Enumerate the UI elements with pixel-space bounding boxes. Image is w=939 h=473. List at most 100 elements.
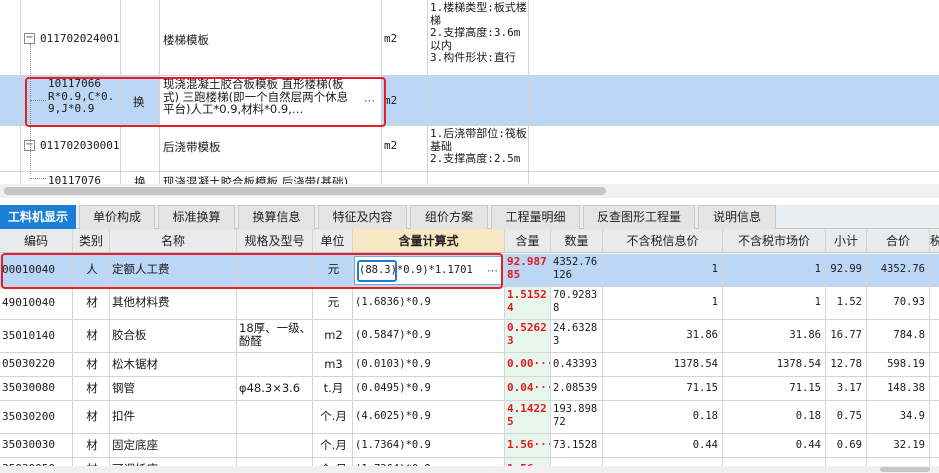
col-header-tax[interactable]: 税 xyxy=(930,229,939,252)
cell-name[interactable]: 其他材料费 xyxy=(110,287,237,319)
cell-formula[interactable]: (0.0103)*0.9 xyxy=(353,353,505,376)
cell-amount[interactable]: 73.1528 xyxy=(551,434,603,457)
cell-unit[interactable]: 元 xyxy=(313,254,353,286)
table-row[interactable]: 35030030 材 固定底座 个.月 (1.7364)*0.9 1.56···… xyxy=(0,434,939,458)
tab-description-info[interactable]: 说明信息 xyxy=(698,205,776,229)
col-header-code[interactable]: 编码 xyxy=(0,229,73,252)
cell-subtotal[interactable]: 12.78 xyxy=(826,353,867,376)
col-header-type[interactable]: 类别 xyxy=(73,229,110,252)
col-header-name[interactable]: 名称 xyxy=(110,229,237,252)
cell-subtotal[interactable]: 1.52 xyxy=(826,287,867,319)
cell-name[interactable]: 定额人工费 xyxy=(110,254,237,286)
col-header-amount[interactable]: 数量 xyxy=(551,229,603,252)
cell-formula[interactable]: (4.6025)*0.9 xyxy=(353,401,505,433)
collapse-toggle-icon[interactable]: − xyxy=(24,33,35,44)
cell-spec[interactable] xyxy=(237,401,313,433)
cell-market-price[interactable]: 71.15 xyxy=(723,377,826,400)
cell-name[interactable]: 扣件 xyxy=(110,401,237,433)
cell-type[interactable]: 材 xyxy=(73,287,110,319)
cell-code[interactable]: 35010140 xyxy=(0,320,73,352)
cell-amount[interactable]: 2.08539 xyxy=(551,377,603,400)
cell-subtotal[interactable]: 16.77 xyxy=(826,320,867,352)
tab-conversion-info[interactable]: 换算信息 xyxy=(238,205,315,229)
cell-type[interactable]: 材 xyxy=(73,434,110,457)
table-row[interactable]: 35010140 材 胶合板 18厚、一级、酚醛 m2 (0.5847)*0.9… xyxy=(0,320,939,353)
cell-qty[interactable]: 0.04··· xyxy=(505,377,551,400)
col-header-subtotal[interactable]: 小计 xyxy=(826,229,867,252)
cell-type[interactable]: 材 xyxy=(73,401,110,433)
cell-type[interactable]: 人 xyxy=(73,254,110,286)
cell-code[interactable]: 35030030 xyxy=(0,434,73,457)
cell-type[interactable]: 材 xyxy=(73,353,110,376)
table-row[interactable]: 10117076 换 现浇混凝土胶合板模板 后浇带(基础) xyxy=(0,172,939,184)
cell-subtotal[interactable]: 0.69 xyxy=(826,434,867,457)
more-icon[interactable]: ··· xyxy=(364,94,375,108)
cell-qty[interactable]: 92.98785 xyxy=(505,254,551,286)
table-row[interactable]: 05030220 材 松木锯材 m3 (0.0103)*0.9 0.00··· … xyxy=(0,353,939,377)
cell-info-price[interactable]: 1378.54 xyxy=(603,353,723,376)
cell-total[interactable]: 784.8 xyxy=(867,320,930,352)
formula-editor[interactable]: (88.3)*0.9)*1.1701 ··· xyxy=(354,256,503,285)
horizontal-scrollbar[interactable] xyxy=(0,184,939,198)
cell-market-price[interactable]: 1 xyxy=(723,254,826,286)
table-row[interactable]: − 011702030001 后浇带模板 m2 1.后浇带部位:筏板基础 2.支… xyxy=(0,126,939,172)
cell-amount[interactable]: 0.43393 xyxy=(551,353,603,376)
col-header-unit[interactable]: 单位 xyxy=(313,229,353,252)
table-row-selected[interactable]: 10117066 R*0.9,C*0.9,J*0.9 换 现浇混凝土胶合板模板 … xyxy=(0,76,939,126)
cell-qty[interactable]: 4.14225 xyxy=(505,401,551,433)
cell-info-price[interactable]: 0.44 xyxy=(603,434,723,457)
cell-amount[interactable]: 4352.76126 xyxy=(551,254,603,286)
cell-total[interactable]: 148.38 xyxy=(867,377,930,400)
cell-subtotal[interactable]: 92.99 xyxy=(826,254,867,286)
tab-pricing-plan[interactable]: 组价方案 xyxy=(410,205,488,229)
tab-quantity-details[interactable]: 工程量明细 xyxy=(491,205,580,229)
cell-qty[interactable]: 0.00··· xyxy=(505,353,551,376)
cell-name[interactable]: 钢管 xyxy=(110,377,237,400)
col-header-formula[interactable]: 含量计算式 xyxy=(353,229,505,252)
cell-unit[interactable]: m2 xyxy=(313,320,353,352)
cell-formula[interactable]: (1.7364)*0.9 xyxy=(353,434,505,457)
cell-formula[interactable]: (0.0495)*0.9 xyxy=(353,377,505,400)
cell-market-price[interactable]: 0.44 xyxy=(723,434,826,457)
cell-code[interactable]: 35030080 xyxy=(0,377,73,400)
scrollbar-thumb[interactable] xyxy=(4,187,606,195)
cell-formula[interactable]: (0.5847)*0.9 xyxy=(353,320,505,352)
cell-info-price[interactable]: 71.15 xyxy=(603,377,723,400)
cell-type[interactable]: 材 xyxy=(73,320,110,352)
cell-total[interactable]: 598.19 xyxy=(867,353,930,376)
tab-labor-material-machine[interactable]: 工料机显示 xyxy=(0,205,76,229)
cell-qty[interactable]: 1.51524 xyxy=(505,287,551,319)
cell-subtotal[interactable]: 3.17 xyxy=(826,377,867,400)
cell-info-price[interactable]: 31.86 xyxy=(603,320,723,352)
cell-spec[interactable] xyxy=(237,434,313,457)
table-row[interactable]: 35030200 材 扣件 个.月 (4.6025)*0.9 4.14225 1… xyxy=(0,401,939,434)
col-header-market-price[interactable]: 不含税市场价 xyxy=(723,229,826,252)
cell-formula[interactable]: (1.6836)*0.9 xyxy=(353,287,505,319)
cell-name[interactable]: 固定底座 xyxy=(110,434,237,457)
cell-code[interactable]: 05030220 xyxy=(0,353,73,376)
cell-amount[interactable]: 24.63283 xyxy=(551,320,603,352)
sub-item-name[interactable]: 现浇混凝土胶合板模板 直形楼梯(板式) 三跑楼梯(即一个自然层两个休息平台)人工… xyxy=(160,76,381,116)
cell-market-price[interactable]: 1 xyxy=(723,287,826,319)
tab-unit-price-composition[interactable]: 单价构成 xyxy=(79,205,155,229)
tab-standard-conversion[interactable]: 标准换算 xyxy=(158,205,235,229)
cell-spec[interactable] xyxy=(237,287,313,319)
cell-info-price[interactable]: 1 xyxy=(603,254,723,286)
cell-code[interactable]: 00010040 xyxy=(0,254,73,286)
cell-qty[interactable]: 0.52623 xyxy=(505,320,551,352)
cell-info-price[interactable]: 0.18 xyxy=(603,401,723,433)
col-header-total[interactable]: 合价 xyxy=(867,229,930,252)
cell-amount[interactable]: 193.89872 xyxy=(551,401,603,433)
cell-info-price[interactable]: 1 xyxy=(603,287,723,319)
scrollbar-thumb[interactable] xyxy=(880,467,930,472)
table-row[interactable]: 49010040 材 其他材料费 元 (1.6836)*0.9 1.51524 … xyxy=(0,287,939,320)
tab-features-content[interactable]: 特征及内容 xyxy=(318,205,407,229)
table-row[interactable]: − 011702024001 楼梯模板 m2 1.楼梯类型:板式楼梯 2.支撑高… xyxy=(0,0,939,76)
table-row[interactable]: 35030080 材 钢管 φ48.3×3.6 t.月 (0.0495)*0.9… xyxy=(0,377,939,401)
cell-type[interactable]: 材 xyxy=(73,377,110,400)
cell-unit[interactable]: m3 xyxy=(313,353,353,376)
col-header-spec[interactable]: 规格及型号 xyxy=(237,229,313,252)
cell-spec[interactable] xyxy=(237,254,313,286)
col-header-qty[interactable]: 含量 xyxy=(505,229,551,252)
cell-unit[interactable]: 个.月 xyxy=(313,401,353,433)
